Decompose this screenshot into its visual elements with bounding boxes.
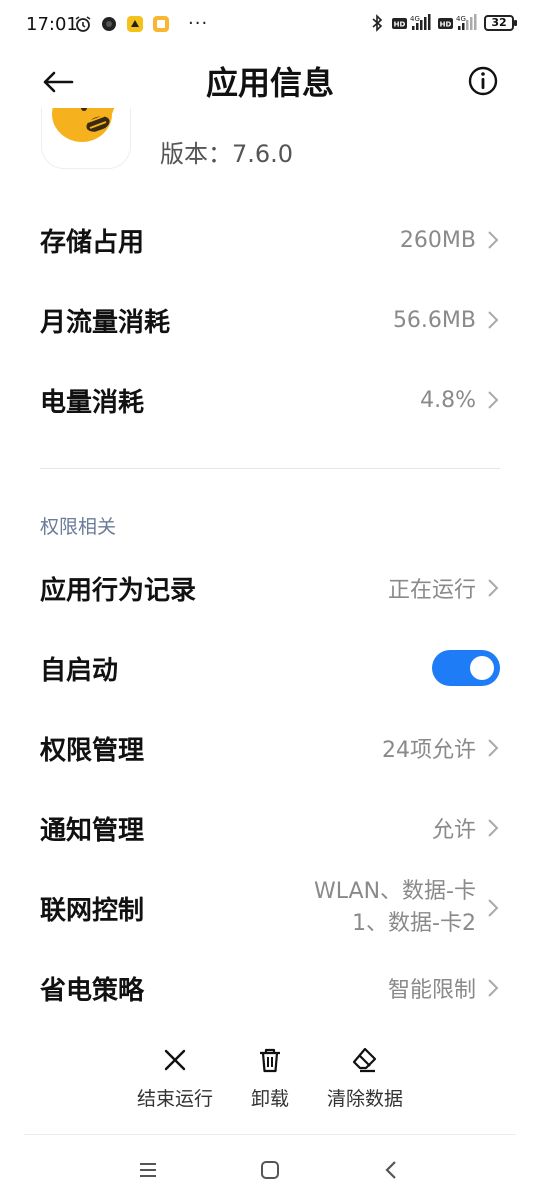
info-icon[interactable] [466, 64, 500, 98]
notification-icons: ··· [74, 15, 208, 33]
navbar-divider [24, 1134, 516, 1135]
network-value-line2: 1、数据-卡2 [352, 911, 476, 936]
autostart-toggle[interactable] [432, 650, 500, 686]
row-value: 56.6MB [393, 308, 500, 333]
chevron-right-icon [488, 391, 499, 409]
app-version: 版本：7.6.0 [160, 140, 294, 168]
menu-icon[interactable] [134, 1156, 162, 1184]
svg-text:HD: HD [440, 21, 452, 29]
battery-icon: 32 [484, 15, 517, 31]
app-behavior-row[interactable]: 应用行为记录 正在运行 [40, 548, 500, 628]
chevron-right-icon [488, 579, 499, 597]
row-label: 联网控制 [40, 895, 145, 926]
app-logo-icon [42, 108, 130, 168]
status-time: 17:01 [26, 14, 78, 35]
network-value: WLAN、数据-卡 1、数据-卡2 [314, 876, 476, 940]
notifications-value: 允许 [431, 818, 476, 843]
system-navigation-bar [0, 1140, 540, 1200]
row-label: 存储占用 [40, 227, 145, 258]
chevron-right-icon [488, 979, 499, 997]
storage-row[interactable]: 存储占用 260MB [40, 200, 500, 280]
row-label: 权限管理 [40, 735, 145, 766]
row-label: 省电策略 [40, 975, 145, 1006]
power-saving-row[interactable]: 省电策略 智能限制 [40, 948, 500, 1028]
section-title: 权限相关 [40, 516, 117, 538]
record-icon [102, 17, 116, 31]
note-notification-icon [153, 16, 169, 32]
trash-icon [260, 1048, 280, 1073]
battery-usage-value: 4.8% [420, 387, 476, 413]
autostart-row: 自启动 [40, 628, 500, 708]
storage-value: 260MB [399, 227, 476, 253]
svg-text:4G: 4G [456, 15, 466, 23]
bottom-actions: 结束运行 卸载 清除数据 [0, 1046, 540, 1116]
close-icon [164, 1049, 186, 1071]
notifications-row[interactable]: 通知管理 允许 [40, 788, 500, 868]
row-label: 月流量消耗 [40, 307, 171, 338]
svg-text:4G: 4G [410, 15, 420, 23]
force-stop-label: 结束运行 [136, 1088, 213, 1110]
force-stop-button[interactable]: 结束运行 [125, 1046, 225, 1111]
permissions-row[interactable]: 权限管理 24项允许 [40, 708, 500, 788]
network-value-line1: WLAN、数据-卡 [314, 879, 476, 904]
clear-data-label: 清除数据 [326, 1088, 403, 1110]
data-usage-row[interactable]: 月流量消耗 56.6MB [40, 280, 500, 360]
uninstall-label: 卸载 [250, 1088, 289, 1110]
chevron-right-icon [488, 231, 499, 249]
row-value: 正在运行 [388, 572, 500, 604]
row-label: 自启动 [40, 655, 119, 686]
chevron-right-icon [488, 739, 499, 757]
power-saving-value: 智能限制 [387, 978, 476, 1003]
row-value: 24项允许 [382, 732, 500, 764]
row-value: 智能限制 [388, 972, 500, 1004]
alarm-icon [75, 16, 91, 32]
more-notifications-icon: ··· [188, 13, 209, 34]
row-label: 应用行为记录 [40, 575, 197, 606]
svg-text:HD: HD [394, 21, 406, 29]
network-control-row[interactable]: 联网控制 WLAN、数据-卡 1、数据-卡2 [40, 868, 500, 948]
status-bar: 17:01 ··· HD 4G HD 4G 32 [0, 0, 540, 52]
bluetooth-icon [372, 14, 383, 32]
chevron-right-icon [488, 819, 499, 837]
row-label: 通知管理 [40, 815, 145, 846]
chevron-right-icon [488, 311, 499, 329]
signal-1-icon: HD 4G [392, 14, 431, 30]
row-value: 260MB [400, 228, 500, 253]
chevron-right-icon [488, 899, 499, 917]
system-icons: HD 4G HD 4G 32 [368, 14, 517, 32]
page-title: 应用信息 [205, 64, 334, 102]
row-value: 允许 [432, 812, 500, 844]
app-icon [42, 108, 130, 168]
section-divider [40, 468, 500, 469]
data-usage-value: 56.6MB [392, 307, 476, 333]
behavior-value: 正在运行 [387, 578, 476, 603]
app-notification-icon [127, 16, 143, 32]
app-bar: 应用信息 [0, 52, 540, 110]
permissions-value: 24项允许 [382, 738, 476, 763]
eraser-icon [352, 1047, 377, 1073]
uninstall-button[interactable]: 卸载 [220, 1046, 320, 1111]
battery-usage-row[interactable]: 电量消耗 4.8% [40, 360, 500, 440]
signal-2-icon: HD 4G [438, 14, 477, 30]
row-label: 电量消耗 [40, 387, 145, 418]
home-icon[interactable] [256, 1156, 284, 1184]
row-value: WLAN、数据-卡 1、数据-卡2 [314, 876, 500, 940]
back-nav-icon[interactable] [378, 1156, 406, 1184]
app-summary: 版本：7.6.0 [40, 108, 500, 178]
toggle-knob [470, 656, 494, 680]
clear-data-button[interactable]: 清除数据 [315, 1046, 415, 1111]
row-value: 4.8% [420, 388, 500, 413]
